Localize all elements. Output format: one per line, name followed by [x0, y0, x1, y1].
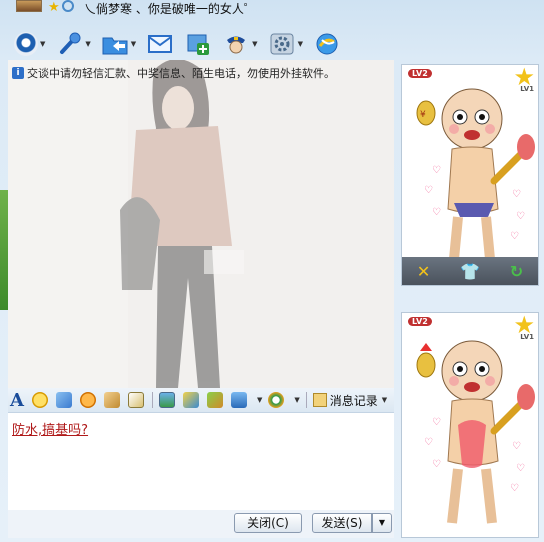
svg-text:¥: ¥: [420, 110, 426, 120]
chevron-down-icon[interactable]: ▼: [85, 40, 90, 48]
message-history[interactable]: i 交谈中请勿轻信汇款、中奖信息、陌生电话，勿使用外挂软件。: [8, 60, 394, 388]
chevron-down-icon[interactable]: ▼: [298, 40, 303, 48]
svg-text:♡: ♡: [432, 459, 441, 470]
message-input[interactable]: 防水,搞基吗?: [8, 412, 394, 510]
star-icon: ★: [48, 0, 60, 15]
show-action-bar: ✕ 👕 ↻: [402, 257, 538, 285]
chevron-down-icon[interactable]: ▼: [131, 40, 136, 48]
contact-avatar-figure: ¥ ♡ ♡ ♡ ♡ ♡ ♡: [416, 88, 535, 259]
send-options-button[interactable]: ▼: [372, 513, 392, 533]
close-show-icon[interactable]: ✕: [417, 262, 430, 281]
svg-text:♡: ♡: [432, 165, 441, 176]
close-button[interactable]: 关闭(C): [234, 513, 302, 533]
message-history-button[interactable]: 消息记录 ▼: [312, 392, 387, 409]
title-bar: ★ 乀倘梦寒 、你是破唯一的女人゜: [0, 0, 544, 20]
settings-button[interactable]: ▼: [268, 31, 303, 57]
desktop-background: [0, 190, 8, 310]
add-app-button[interactable]: [184, 31, 212, 57]
contact-show-panel[interactable]: LV2 ★ LV1 ¥ ♡ ♡ ♡ ♡ ♡ ♡ ✕ 👕 ↻: [401, 64, 539, 286]
main-toolbar: ▼ ▼ ▼ ▼ ▼: [14, 28, 351, 60]
svg-text:♡: ♡: [424, 437, 433, 448]
chevron-down-icon[interactable]: ▼: [294, 396, 299, 404]
police-icon: [222, 31, 250, 57]
message-draft: 防水,搞基吗?: [12, 423, 89, 438]
microphone-icon: [55, 31, 83, 57]
folder-icon: [101, 31, 129, 57]
history-icon: [312, 393, 327, 407]
search-icon[interactable]: [62, 0, 74, 12]
browser-button[interactable]: [313, 31, 341, 57]
my-show-panel[interactable]: LV2 ★ LV1 ♡ ♡ ♡ ♡ ♡ ♡: [401, 312, 539, 538]
message-history-label: 消息记录: [329, 393, 378, 408]
safety-notice-text: 交谈中请勿轻信汇款、中奖信息、陌生电话，勿使用外挂软件。: [27, 67, 335, 80]
chat-background-photo: [8, 60, 394, 388]
outfit-icon[interactable]: 👕: [460, 262, 480, 281]
chevron-down-icon[interactable]: ▼: [40, 40, 45, 48]
video-call-button[interactable]: ▼: [14, 32, 45, 56]
svg-text:♡: ♡: [424, 185, 433, 196]
send-email-button[interactable]: [146, 31, 174, 57]
handwriting-icon[interactable]: [127, 392, 144, 408]
divider: [151, 392, 153, 408]
divider: [305, 392, 307, 408]
svg-text:♡: ♡: [432, 207, 441, 218]
info-icon: i: [12, 67, 24, 79]
browser-icon: [313, 31, 341, 57]
action-buttons: 关闭(C) 发送(S) ▼: [8, 510, 394, 538]
refresh-icon[interactable]: ↻: [510, 262, 523, 281]
svg-text:♡: ♡: [510, 231, 519, 242]
voice-call-button[interactable]: ▼: [55, 31, 91, 57]
emoticon-icon[interactable]: [31, 392, 48, 408]
svg-text:♡: ♡: [516, 211, 525, 222]
image-icon[interactable]: [158, 392, 175, 408]
font-icon[interactable]: A: [10, 390, 24, 411]
game-icon[interactable]: [206, 392, 223, 408]
webcam-icon: [14, 32, 38, 56]
my-avatar-figure: ♡ ♡ ♡ ♡ ♡ ♡: [416, 340, 535, 524]
svg-text:♡: ♡: [510, 483, 519, 494]
security-button[interactable]: ▼: [222, 31, 258, 57]
screenshot-icon[interactable]: [230, 392, 247, 408]
add-app-icon: [184, 31, 212, 57]
svg-text:♡: ♡: [516, 463, 525, 474]
send-button[interactable]: 发送(S): [312, 513, 372, 533]
magic-emoticon-icon[interactable]: [55, 392, 72, 408]
contact-avatar[interactable]: [16, 0, 42, 12]
nudge-icon[interactable]: [103, 392, 120, 408]
svg-text:♡: ♡: [512, 441, 521, 452]
send-file-button[interactable]: ▼: [101, 31, 136, 57]
safety-notice: i 交谈中请勿轻信汇款、中奖信息、陌生电话，勿使用外挂软件。: [12, 65, 335, 81]
chevron-down-icon[interactable]: ▼: [382, 396, 387, 404]
email-icon: [146, 31, 174, 57]
contact-name: 乀倘梦寒 、你是破唯一的女人゜: [84, 2, 256, 16]
format-toolbar: A ▼ ▼ 消息记录 ▼: [8, 388, 394, 412]
scene-icon[interactable]: [79, 392, 96, 408]
svg-text:♡: ♡: [432, 417, 441, 428]
chevron-down-icon[interactable]: ▼: [257, 396, 262, 404]
music-icon[interactable]: [182, 392, 199, 408]
gear-icon: [268, 31, 296, 57]
svg-text:♡: ♡: [512, 189, 521, 200]
chevron-down-icon[interactable]: ▼: [252, 40, 257, 48]
chat-window: ★ 乀倘梦寒 、你是破唯一的女人゜ ▼ ▼ ▼ ▼ ▼ i 交谈中请勿轻信汇款、…: [0, 0, 544, 542]
soso-icon[interactable]: [268, 392, 285, 408]
